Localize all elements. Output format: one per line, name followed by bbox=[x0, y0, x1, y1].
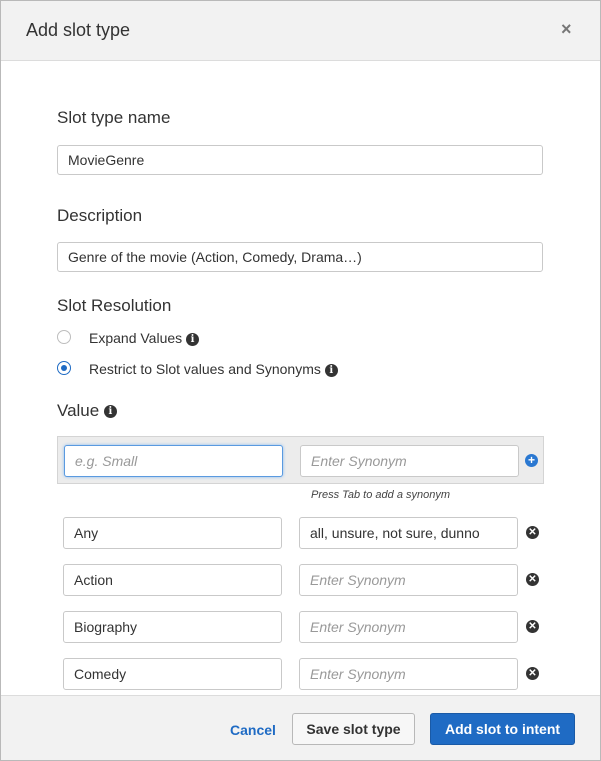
info-icon[interactable]: i bbox=[103, 405, 117, 419]
cancel-button[interactable]: Cancel bbox=[230, 722, 276, 738]
synonym-input[interactable]: Enter Synonym bbox=[299, 564, 518, 596]
synonym-placeholder: Enter Synonym bbox=[310, 666, 406, 682]
add-slot-to-intent-button[interactable]: Add slot to intent bbox=[430, 713, 575, 745]
slot-type-name-input[interactable]: MovieGenre bbox=[57, 145, 543, 175]
new-synonym-placeholder: Enter Synonym bbox=[311, 453, 407, 469]
radio-restrict-values-label: Restrict to Slot values and Synonyms bbox=[89, 361, 321, 377]
dialog-title: Add slot type bbox=[26, 20, 131, 40]
new-value-input[interactable]: e.g. Small bbox=[64, 445, 283, 477]
dialog-footer: Cancel Save slot type Add slot to intent bbox=[1, 695, 600, 760]
radio-button[interactable] bbox=[57, 330, 71, 344]
info-icon[interactable]: i bbox=[186, 332, 200, 346]
close-icon[interactable]: × bbox=[561, 19, 572, 40]
dialog-header: Add slot type × bbox=[1, 1, 600, 61]
synonym-placeholder: Enter Synonym bbox=[310, 572, 406, 588]
description-input[interactable]: Genre of the movie (Action, Comedy, Dram… bbox=[57, 242, 543, 272]
synonym-placeholder: Enter Synonym bbox=[310, 619, 406, 635]
x-circle-icon[interactable]: ✕ bbox=[526, 620, 539, 633]
new-value-placeholder: e.g. Small bbox=[75, 453, 138, 469]
value-label: Value bbox=[57, 401, 100, 420]
synonym-hint: Press Tab to add a synonym bbox=[311, 489, 451, 501]
slot-type-name-label: Slot type name bbox=[57, 108, 171, 127]
new-value-panel: e.g. Small Enter Synonym + bbox=[57, 436, 544, 484]
x-circle-icon[interactable]: ✕ bbox=[526, 667, 539, 680]
slot-resolution-label: Slot Resolution bbox=[57, 296, 172, 315]
x-circle-icon[interactable]: ✕ bbox=[526, 526, 539, 539]
new-synonym-input[interactable]: Enter Synonym bbox=[300, 445, 519, 477]
synonym-input[interactable]: Enter Synonym bbox=[299, 611, 518, 643]
value-section-label: Value i bbox=[57, 401, 117, 421]
value-input[interactable]: Comedy bbox=[63, 658, 282, 690]
x-circle-icon[interactable]: ✕ bbox=[526, 573, 539, 586]
value-input[interactable]: Any bbox=[63, 517, 282, 549]
value-input[interactable]: Action bbox=[63, 564, 282, 596]
synonym-input[interactable]: Enter Synonym bbox=[299, 658, 518, 690]
info-icon[interactable]: i bbox=[324, 363, 338, 377]
description-label: Description bbox=[57, 206, 143, 225]
plus-circle-icon[interactable]: + bbox=[525, 454, 538, 467]
value-input[interactable]: Biography bbox=[63, 611, 282, 643]
radio-button-selected[interactable] bbox=[57, 361, 71, 375]
add-slot-type-dialog: Add slot type × Slot type name MovieGenr… bbox=[0, 0, 601, 761]
synonym-input[interactable]: all, unsure, not sure, dunno bbox=[299, 517, 518, 549]
radio-expand-values-label: Expand Values bbox=[89, 330, 183, 346]
save-slot-type-button[interactable]: Save slot type bbox=[292, 713, 415, 745]
